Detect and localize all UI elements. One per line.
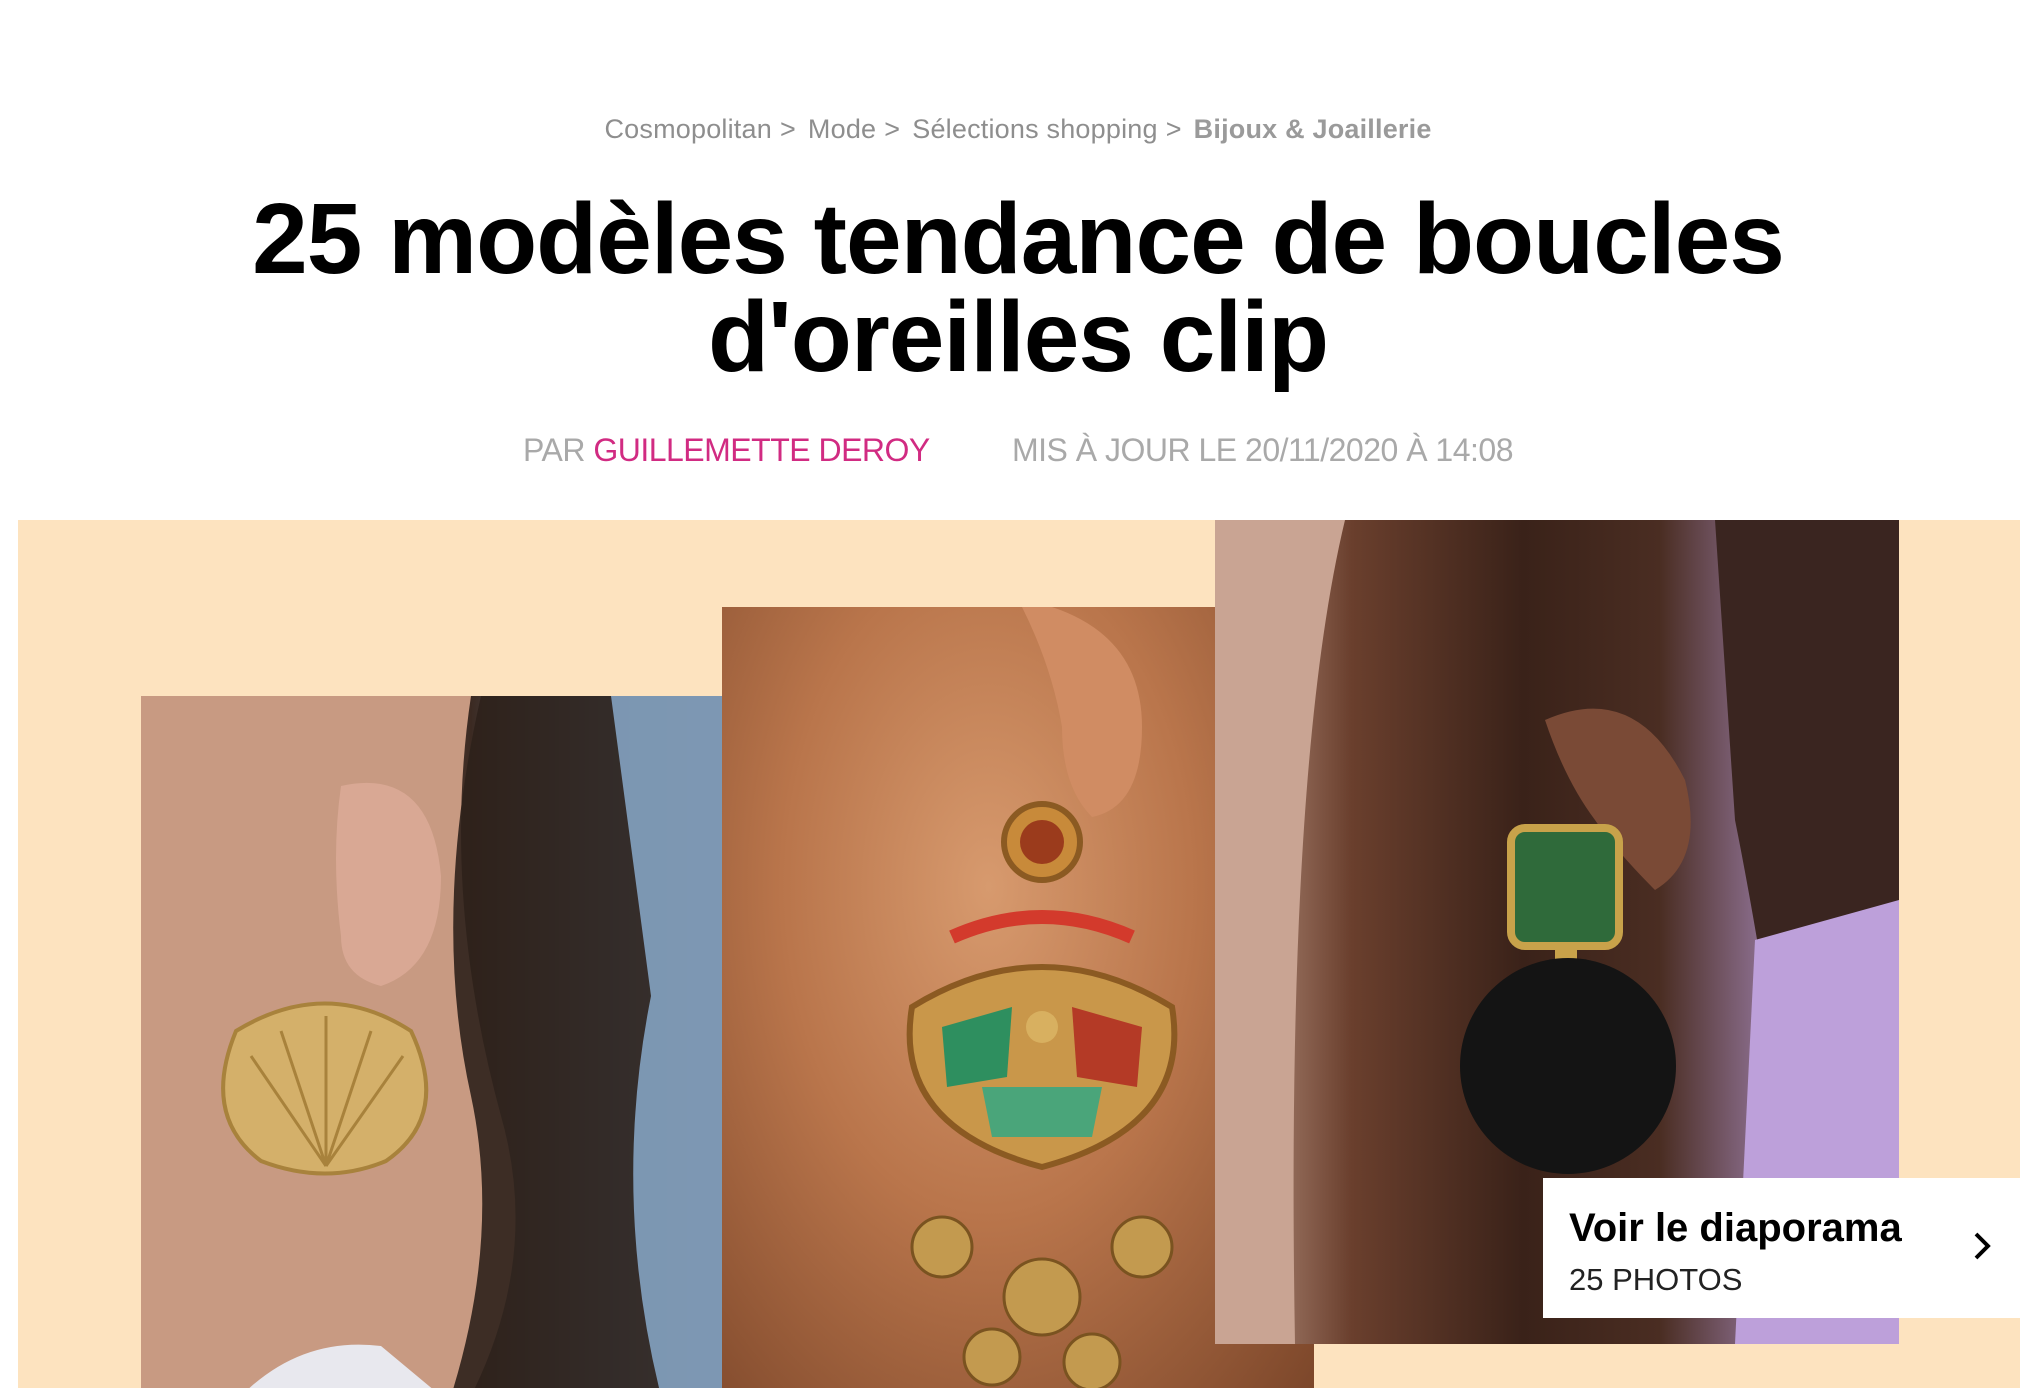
breadcrumb-current: Bijoux & Joaillerie: [1193, 114, 1432, 144]
gold-shell-earring-image: [141, 696, 741, 1388]
page-title: 25 modèles tendance de boucles d'oreille…: [252, 183, 1785, 393]
breadcrumb-link-mode[interactable]: Mode: [808, 114, 876, 144]
breadcrumb-separator: >: [884, 114, 901, 144]
article-byline: PAR GUILLEMETTE DEROY MIS À JOUR LE 20/1…: [0, 432, 2020, 469]
breadcrumb-separator: >: [1165, 114, 1182, 144]
author-link[interactable]: GUILLEMETTE DEROY: [593, 432, 929, 468]
breadcrumb: Cosmopolitan > Mode > Sélections shopping > Bi…: [0, 114, 2020, 145]
slideshow-label: Voir le diaporama: [1569, 1206, 1902, 1250]
breadcrumb-separator: >: [779, 114, 796, 144]
breadcrumb-link-cosmopolitan[interactable]: Cosmopolitan: [604, 114, 772, 144]
by-prefix: PAR: [523, 432, 585, 468]
slideshow-photo-count: 25 PHOTOS: [1569, 1262, 1743, 1297]
breadcrumb-link-selections-shopping[interactable]: Sélections shopping: [912, 114, 1157, 144]
updated-date: MIS À JOUR LE 20/11/2020 À 14:08: [1011, 432, 1514, 468]
chevron-right-icon: [1974, 1232, 1991, 1260]
hero-collage[interactable]: Voir le diaporama 25 PHOTOS: [18, 520, 2020, 1388]
view-slideshow-button[interactable]: Voir le diaporama 25 PHOTOS: [1543, 1178, 2020, 1318]
